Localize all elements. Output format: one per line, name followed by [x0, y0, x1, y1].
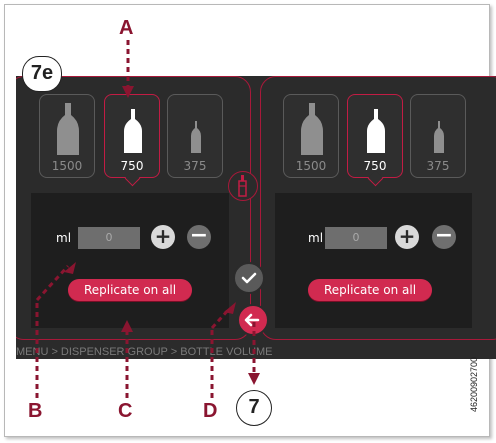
device-screen: 1500 750 375 1500 750 375 ml 0 + − Repli… [16, 76, 496, 359]
right-bottle-375-tile[interactable]: 375 [410, 94, 466, 178]
bottle-size-label: 375 [183, 159, 207, 173]
left-bottle-750-tile[interactable]: 750 [104, 94, 160, 187]
right-volume-box: ml 0 + − Replicate on all [275, 193, 472, 328]
replicate-on-all-button[interactable]: Replicate on all [68, 279, 192, 301]
callout-label-a: A [119, 17, 134, 39]
confirm-button[interactable] [233, 262, 265, 294]
arrow-left-icon [244, 313, 260, 327]
step-badge: 7e [22, 56, 62, 92]
right-bottle-1500-tile[interactable]: 1500 [283, 94, 339, 178]
small-bottle-icon [434, 121, 444, 153]
small-bottle-icon [191, 121, 201, 153]
bottle-size-label: 375 [426, 159, 450, 173]
callout-label-d: D [203, 400, 218, 422]
large-bottle-icon [57, 103, 79, 155]
large-bottle-icon [301, 103, 323, 155]
unit-label: ml [56, 231, 72, 245]
back-button[interactable] [237, 304, 269, 336]
left-bottle-1500-tile[interactable]: 1500 [39, 94, 95, 178]
breadcrumb: MENU > DISPENSER GROUP > BOTTLE VOLUME [16, 346, 273, 358]
bottle-size-label: 1500 [295, 159, 327, 173]
callout-label-b: B [28, 400, 43, 422]
minus-icon[interactable]: − [187, 225, 211, 249]
plus-icon[interactable]: + [151, 225, 175, 249]
check-icon [241, 272, 257, 284]
volume-input[interactable]: 0 [325, 227, 387, 249]
bottle-size-label: 1500 [51, 159, 83, 173]
step-7-badge: 7 [236, 390, 272, 426]
medium-bottle-icon [367, 109, 385, 153]
medium-bottle-icon [124, 109, 142, 153]
document-number: 46200902700 [469, 356, 479, 412]
volume-input[interactable]: 0 [78, 227, 140, 249]
plus-icon[interactable]: + [395, 225, 419, 249]
left-bottle-375-tile[interactable]: 375 [167, 94, 223, 178]
callout-label-c: C [118, 400, 133, 422]
unit-label: ml [308, 231, 324, 245]
minus-icon[interactable]: − [432, 225, 456, 249]
replicate-on-all-button[interactable]: Replicate on all [308, 279, 432, 301]
right-bottle-750-tile[interactable]: 750 [347, 94, 403, 187]
left-volume-box: ml 0 + − Replicate on all [31, 193, 229, 328]
wine-bottle-icon [228, 171, 258, 201]
